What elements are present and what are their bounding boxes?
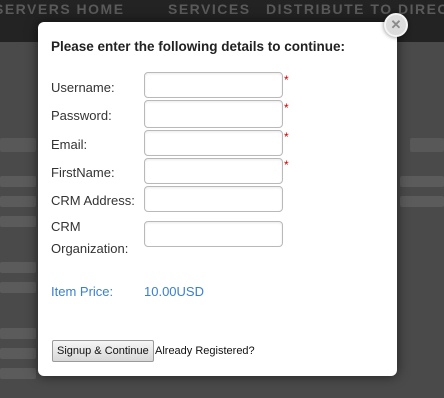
item-price-label: Item Price:: [51, 284, 114, 299]
crm-address-label: CRM Address:: [51, 193, 135, 208]
required-marker: *: [284, 130, 289, 144]
background-nav-item: SERVICES: [168, 1, 251, 17]
close-icon[interactable]: ✕: [384, 13, 408, 37]
password-label: Password:: [51, 108, 112, 123]
modal-title: Please enter the following details to co…: [51, 39, 346, 54]
firstname-label: FirstName:: [51, 165, 115, 180]
required-marker: *: [284, 158, 289, 172]
email-input[interactable]: [144, 130, 283, 156]
crm-organization-input[interactable]: [144, 221, 283, 247]
crm-organization-label: CRM Organization:: [51, 217, 128, 258]
background-nav-item: DISTRIBUTE TO DIRECT: [266, 1, 444, 17]
username-input[interactable]: [144, 72, 283, 98]
crm-organization-label-line1: CRM: [51, 219, 81, 234]
required-marker: *: [284, 101, 289, 115]
crm-address-input[interactable]: [144, 186, 283, 212]
username-label: Username:: [51, 80, 115, 95]
item-price-value: 10.00USD: [144, 284, 204, 299]
already-registered-link[interactable]: Already Registered?: [155, 345, 255, 357]
required-marker: *: [284, 73, 289, 87]
firstname-input[interactable]: [144, 158, 283, 184]
signup-continue-button[interactable]: Signup & Continue: [52, 340, 154, 362]
crm-organization-label-line2: Organization:: [51, 241, 129, 256]
background-nav-item: SERVERS HOME: [0, 1, 125, 17]
email-label: Email:: [51, 137, 88, 152]
password-input[interactable]: [144, 100, 283, 128]
signup-modal: Please enter the following details to co…: [38, 22, 397, 376]
